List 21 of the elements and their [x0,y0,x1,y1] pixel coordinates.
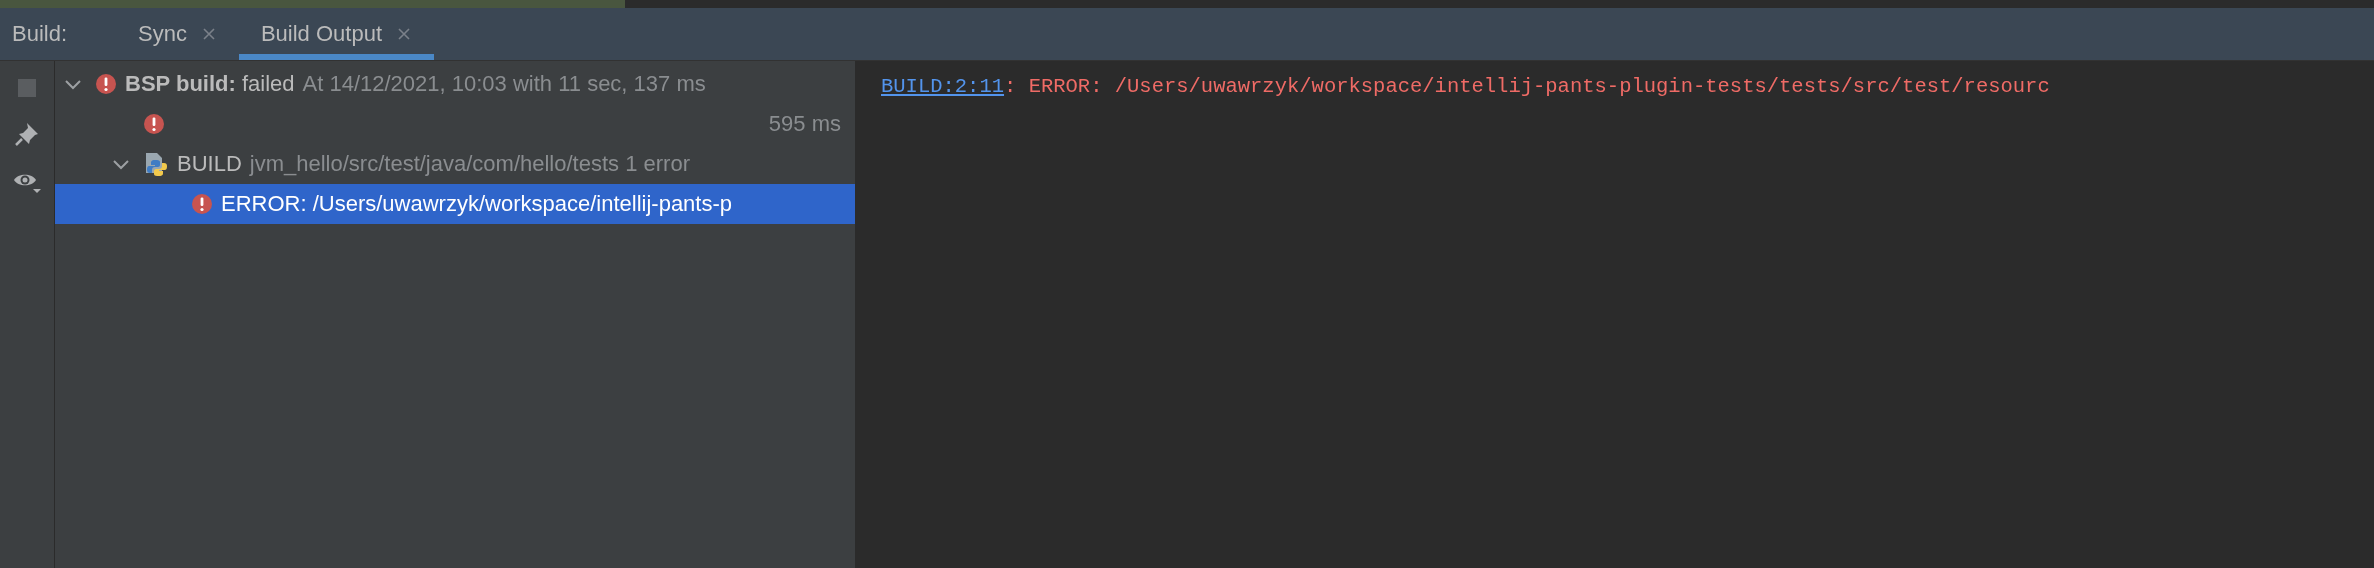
file-link[interactable]: BUILD:2:11 [881,75,1005,98]
node-details: jvm_hello/src/test/java/com/hello/tests 1 error [249,151,690,177]
error-icon [191,193,213,215]
tree-row[interactable]: BUILD jvm_hello/src/test/java/com/hello/tests 1 error [55,144,855,184]
tool-window-title: Build: [11,20,69,48]
duration-label: 595 ms [768,111,842,137]
node-label: BUILD [177,151,242,177]
tab[interactable]: Sync [116,8,239,60]
node-label: ERROR: /Users/uwawrzyk/workspace/intellij-pants-p [221,191,733,217]
python-file-icon [143,151,169,177]
error-icon [143,113,165,135]
pin-icon[interactable] [14,121,40,147]
close-icon[interactable] [200,26,217,42]
node-details: At 14/12/2021, 10:03 with 11 sec, 137 ms [302,71,706,97]
error-icon [95,73,117,95]
tree-row[interactable]: 595 ms [55,104,855,144]
tree-row[interactable]: BSP build: failed At 14/12/2021, 10:03 with 11 sec, 137 ms [55,64,855,104]
node-label: BSP build: failed [125,71,295,97]
close-icon[interactable] [396,26,412,42]
error-message: : ERROR: /Users/uwawrzyk/workspace/intellij-pants-plugin-tests/tests/src/test/resourc [1004,75,2050,98]
tree-row[interactable]: ERROR: /Users/uwawrzyk/workspace/intellij-pants-p [55,184,855,224]
